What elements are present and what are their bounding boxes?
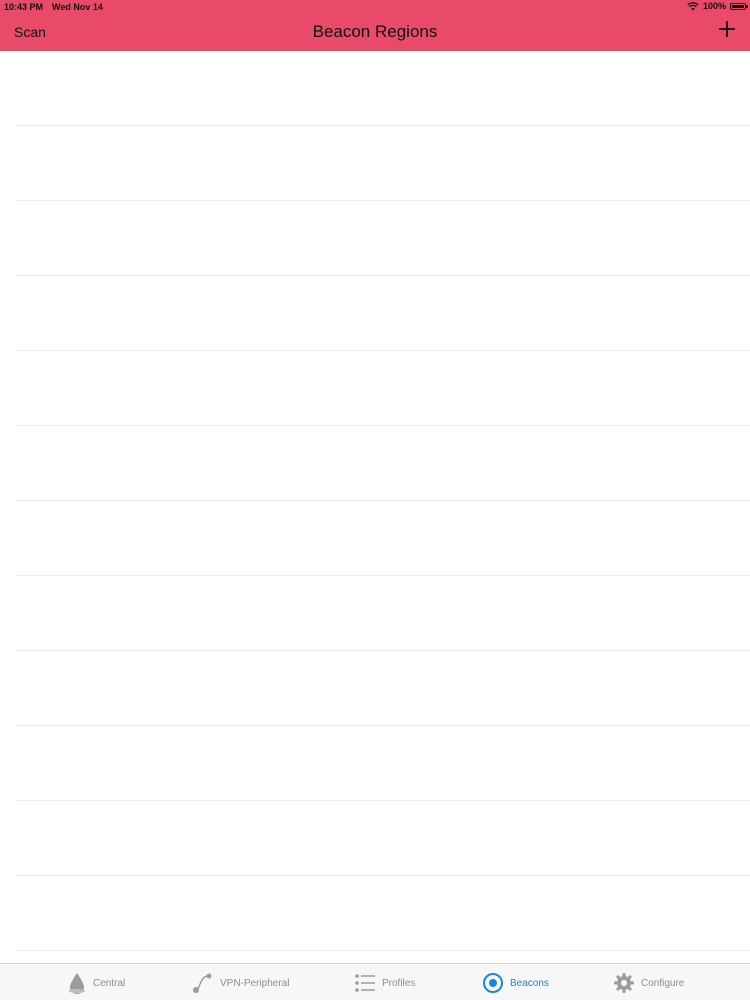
list-item bbox=[16, 51, 750, 126]
list-item bbox=[16, 426, 750, 501]
peripheral-icon bbox=[193, 973, 212, 993]
drop-icon bbox=[69, 973, 85, 994]
gear-icon bbox=[614, 973, 634, 993]
list-icon bbox=[355, 974, 375, 992]
tab-beacons[interactable]: Beacons bbox=[482, 972, 549, 994]
status-bar: 10:43 PM Wed Nov 14 100% bbox=[0, 0, 750, 14]
list-item bbox=[16, 876, 750, 951]
tab-vpn-peripheral[interactable]: VPN-Peripheral bbox=[192, 972, 289, 994]
nav-bar: Scan Beacon Regions bbox=[0, 14, 750, 51]
list-item bbox=[16, 276, 750, 351]
plus-icon[interactable] bbox=[718, 20, 736, 38]
tab-beacons-label: Beacons bbox=[510, 977, 549, 989]
header: 10:43 PM Wed Nov 14 100% Scan Beacon Reg… bbox=[0, 0, 750, 51]
tab-configure[interactable]: Configure bbox=[613, 972, 684, 994]
tab-bar: Central VPN-Peripheral Profiles Beacons bbox=[0, 963, 750, 1000]
list-item bbox=[16, 501, 750, 576]
tab-profiles[interactable]: Profiles bbox=[354, 972, 415, 994]
wifi-icon bbox=[687, 1, 699, 10]
tab-profiles-label: Profiles bbox=[382, 977, 416, 989]
tab-vpn-peripheral-label: VPN-Peripheral bbox=[220, 977, 290, 989]
tab-central[interactable]: Central bbox=[67, 972, 125, 994]
beacon-icon bbox=[483, 973, 503, 993]
page-title: Beacon Regions bbox=[312, 22, 438, 41]
battery-percent: 100% bbox=[702, 1, 726, 11]
beacon-region-list bbox=[0, 51, 750, 951]
list-item bbox=[16, 651, 750, 726]
status-time: 10:43 PM bbox=[4, 2, 44, 12]
list-item bbox=[16, 726, 750, 801]
status-date: Wed Nov 14 bbox=[52, 2, 103, 12]
list-item bbox=[16, 576, 750, 651]
list-item bbox=[16, 126, 750, 201]
battery-icon bbox=[730, 2, 748, 10]
list-item bbox=[16, 351, 750, 426]
tab-configure-label: Configure bbox=[641, 977, 685, 989]
list-item bbox=[16, 801, 750, 876]
tab-central-label: Central bbox=[93, 977, 126, 989]
list-item bbox=[16, 201, 750, 276]
status-right: 100% bbox=[687, 1, 748, 11]
